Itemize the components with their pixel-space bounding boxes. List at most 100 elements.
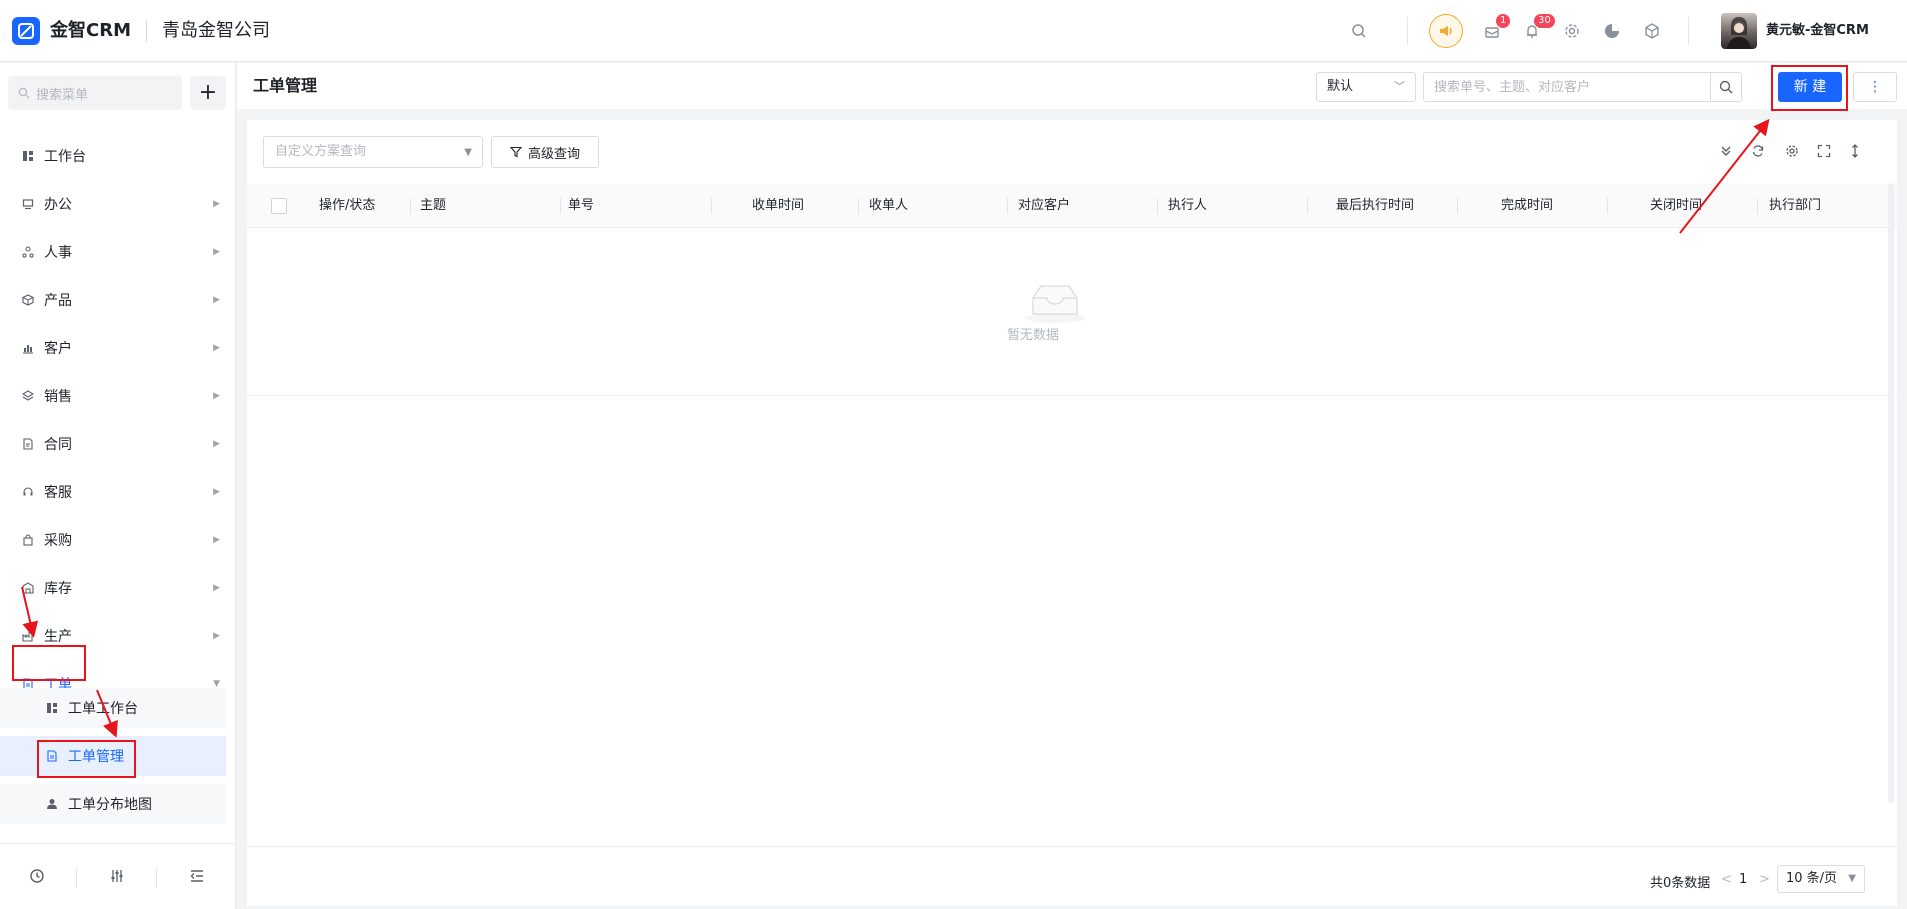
search-icon (18, 87, 30, 99)
sliders-icon[interactable] (107, 866, 127, 886)
table-header: 操作/状态 主题 单号 收单时间 收单人 对应客户 执行人 最后执行时间 完成时… (247, 184, 1897, 228)
view-select[interactable]: 默认 ﹀ (1316, 72, 1416, 102)
scrollbar[interactable] (1888, 183, 1894, 803)
app-name: 金智CRM (50, 20, 131, 41)
page-size-select[interactable]: 10 条/页 ▼ (1777, 865, 1865, 893)
chevron-right-icon: ▶ (213, 295, 220, 305)
sidebar-item-service[interactable]: 客服 ▶ (0, 472, 230, 512)
sidebar-item-label: 客户 (44, 341, 72, 357)
column-header[interactable]: 收单人 (869, 184, 908, 228)
expand-icon[interactable] (1717, 142, 1735, 160)
sub-item-workorder-management[interactable]: 工单管理 (0, 736, 226, 776)
page-title: 工单管理 (253, 76, 318, 95)
column-height-icon[interactable] (1846, 142, 1864, 160)
sidebar-item-product[interactable]: 产品 ▶ (0, 280, 230, 320)
current-page[interactable]: 1 (1739, 872, 1747, 887)
prev-page-button[interactable]: < (1721, 872, 1732, 887)
chart-icon (22, 342, 34, 354)
menu-search-placeholder: 搜索菜单 (36, 87, 89, 103)
search-icon[interactable] (1347, 19, 1371, 43)
sidebar-item-label: 采购 (44, 533, 72, 549)
history-icon[interactable] (27, 866, 47, 886)
sub-item-workorder-map[interactable]: 工单分布地图 (0, 784, 226, 824)
sub-item-label: 工单工作台 (68, 701, 138, 717)
org-icon (22, 246, 34, 258)
chevron-right-icon: ▶ (213, 535, 220, 545)
chevron-down-icon: ﹀ (1394, 80, 1405, 93)
scheme-query-select[interactable]: 自定义方案查询 ▼ (263, 136, 483, 168)
divider (560, 198, 561, 214)
fullscreen-icon[interactable] (1815, 142, 1833, 160)
empty-state: 暂无数据 (247, 228, 1897, 396)
sidebar-item-label: 人事 (44, 245, 72, 261)
new-button[interactable]: 新 建 (1778, 72, 1842, 102)
sidebar-item-workbench[interactable]: 工作台 (0, 136, 230, 176)
sub-item-workorder-workbench[interactable]: 工单工作台 (0, 688, 226, 728)
total-count: 共0条数据 (1650, 876, 1711, 891)
page-size-value: 10 条/页 (1786, 871, 1838, 886)
empty-text: 暂无数据 (1006, 328, 1059, 343)
search-input[interactable] (1423, 72, 1711, 102)
column-header[interactable]: 对应客户 (1018, 184, 1070, 228)
column-header[interactable]: 主题 (420, 184, 446, 228)
divider (146, 20, 147, 42)
sidebar-item-purchase[interactable]: 采购 ▶ (0, 520, 230, 560)
advanced-query-button[interactable]: 高级查询 (491, 136, 599, 168)
menu-search-input[interactable]: 搜索菜单 (8, 76, 182, 110)
column-header[interactable]: 操作/状态 (319, 184, 375, 228)
divider (1307, 198, 1308, 214)
warehouse-icon (22, 582, 34, 594)
sidebar-item-label: 办公 (44, 197, 72, 213)
cube-icon[interactable] (1640, 19, 1664, 43)
headset-icon (22, 486, 34, 498)
caret-down-icon: ▼ (464, 147, 472, 158)
sidebar-item-label: 合同 (44, 437, 72, 453)
refresh-icon[interactable] (1749, 142, 1767, 160)
divider (1007, 198, 1008, 214)
next-page-button[interactable]: > (1759, 872, 1770, 887)
chevron-right-icon: ▶ (213, 583, 220, 593)
divider (156, 868, 157, 888)
layers-icon (22, 390, 34, 402)
view-select-value: 默认 (1327, 79, 1354, 94)
sidebar-item-hr[interactable]: 人事 ▶ (0, 232, 230, 272)
sidebar-item-inventory[interactable]: 库存 ▶ (0, 568, 230, 608)
sidebar-item-production[interactable]: 生产 ▶ (0, 616, 230, 656)
sidebar-item-office[interactable]: 办公 ▶ (0, 184, 230, 224)
column-header[interactable]: 执行人 (1168, 184, 1207, 228)
more-options-button[interactable]: ⋮ (1853, 72, 1897, 102)
sidebar: 搜索菜单 + 工作台 办公 ▶ 人事 ▶ 产品 ▶ 客户 ▶ 销售 ▶ 合同 ▶… (0, 63, 236, 909)
sidebar-item-contract[interactable]: 合同 ▶ (0, 424, 230, 464)
divider (76, 868, 77, 888)
column-header[interactable]: 收单时间 (752, 184, 804, 228)
column-header[interactable]: 完成时间 (1501, 184, 1553, 228)
column-header[interactable]: 单号 (568, 184, 594, 228)
select-all-checkbox[interactable] (271, 198, 287, 214)
announcement-icon[interactable] (1429, 14, 1463, 48)
sidebar-item-customer[interactable]: 客户 ▶ (0, 328, 230, 368)
column-header[interactable]: 最后执行时间 (1336, 184, 1414, 228)
gear-icon[interactable] (1560, 19, 1584, 43)
sub-item-label: 工单分布地图 (68, 797, 152, 813)
column-header[interactable]: 关闭时间 (1650, 184, 1702, 228)
search-button[interactable] (1710, 72, 1742, 102)
divider (1407, 17, 1408, 45)
divider (1688, 17, 1689, 45)
sidebar-item-sales[interactable]: 销售 ▶ (0, 376, 230, 416)
chevron-right-icon: ▶ (213, 247, 220, 257)
column-header[interactable]: 执行部门 (1769, 184, 1821, 228)
divider (410, 198, 411, 214)
settings-icon[interactable] (1783, 142, 1801, 160)
document-icon (46, 750, 58, 762)
divider (858, 198, 859, 214)
divider (711, 198, 712, 214)
page-header: 工单管理 默认 ﹀ 新 建 ⋮ (237, 63, 1907, 109)
avatar[interactable] (1721, 13, 1757, 49)
contract-icon (22, 438, 34, 450)
add-button[interactable]: + (190, 76, 226, 110)
divider (1757, 198, 1758, 214)
collapse-menu-icon[interactable] (187, 866, 207, 886)
box-icon (22, 294, 34, 306)
pie-chart-icon[interactable] (1600, 19, 1624, 43)
user-name[interactable]: 黄元敏-金智CRM (1766, 21, 1869, 41)
